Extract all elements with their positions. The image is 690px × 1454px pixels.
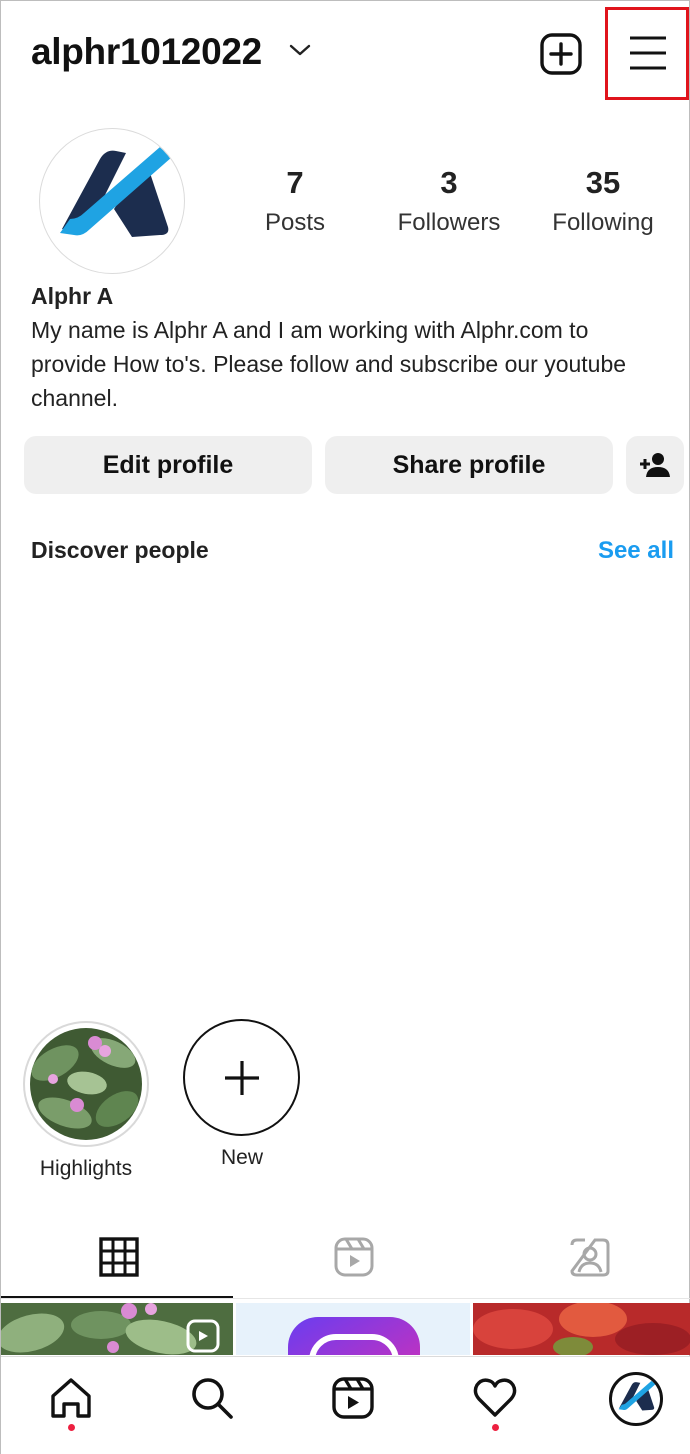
profile-avatar[interactable]: [39, 128, 185, 274]
post-thumbnail: [473, 1303, 690, 1355]
home-notification-dot: [68, 1424, 75, 1431]
activity-notification-dot: [492, 1424, 499, 1431]
followers-count: 3: [440, 165, 458, 200]
tagged-icon[interactable]: [569, 1236, 611, 1278]
search-icon[interactable]: [189, 1375, 235, 1421]
stat-posts[interactable]: 7 Posts: [225, 165, 365, 237]
posts-label: Posts: [264, 209, 326, 236]
stat-following[interactable]: 35 Following: [533, 165, 673, 237]
see-all-link[interactable]: See all: [598, 537, 674, 565]
home-icon[interactable]: [48, 1375, 94, 1421]
new-post-icon[interactable]: [539, 32, 583, 76]
menu-button[interactable]: [605, 7, 689, 100]
highlight-story[interactable]: [23, 1021, 149, 1147]
highlight-label: Highlights: [39, 1157, 133, 1180]
account-switcher[interactable]: alphr1012022: [31, 31, 262, 73]
discover-people-title: Discover people: [31, 537, 209, 563]
stat-followers[interactable]: 3 Followers: [379, 165, 519, 237]
grid-post[interactable]: [1, 1303, 233, 1355]
post-thumbnail: [1, 1303, 233, 1355]
following-label: Following: [552, 209, 654, 236]
share-profile-button[interactable]: Share profile: [325, 436, 613, 494]
following-count: 35: [585, 165, 621, 200]
grid-post[interactable]: [473, 1303, 690, 1355]
profile-name: Alphr A: [31, 283, 114, 309]
add-person-icon: [640, 453, 670, 477]
followers-label: Followers: [397, 209, 501, 236]
highlight-cover-image: [30, 1028, 142, 1140]
bottom-nav: [1, 1356, 690, 1454]
profile-avatar-icon: [618, 1380, 656, 1411]
new-highlight-button[interactable]: [183, 1019, 300, 1136]
heart-icon[interactable]: [472, 1375, 518, 1421]
grid-icon[interactable]: [98, 1236, 140, 1278]
profile-bio: My name is Alphr A and I am working with…: [31, 317, 627, 411]
plus-icon: [225, 1061, 259, 1095]
posts-count: 7: [286, 165, 304, 200]
edit-profile-button[interactable]: Edit profile: [24, 436, 312, 494]
new-highlight-label: New: [220, 1146, 263, 1169]
app-screen: alphr1012022 7 Posts 3 Followers 35 Foll…: [0, 0, 690, 1454]
menu-icon: [630, 36, 666, 70]
grid-post[interactable]: [236, 1303, 470, 1355]
discover-people-button[interactable]: [626, 436, 684, 494]
post-thumbnail: [236, 1303, 470, 1355]
tab-divider: [1, 1298, 690, 1299]
reels-tab-icon[interactable]: [333, 1236, 375, 1278]
chevron-down-icon[interactable]: [289, 43, 311, 57]
profile-tab[interactable]: [609, 1372, 663, 1426]
reels-icon[interactable]: [330, 1375, 376, 1421]
alphr-logo-icon: [60, 147, 172, 237]
